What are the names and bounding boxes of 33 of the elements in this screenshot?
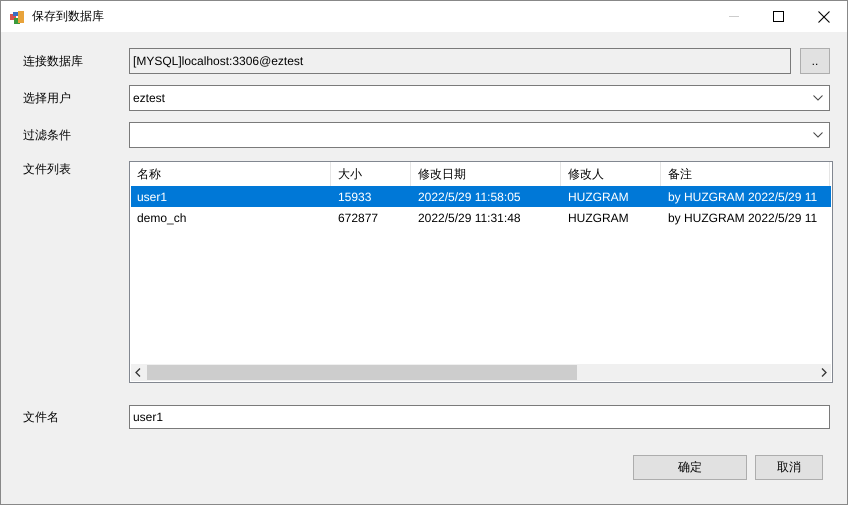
scroll-left-icon[interactable]: [135, 368, 141, 377]
table-cell-text: by HUZGRAM 2022/5/29 11: [667, 210, 818, 226]
dropdown-field[interactable]: [129, 122, 830, 148]
connection-field: [MYSQL]localhost:3306@eztest: [129, 48, 791, 74]
maximize-icon[interactable]: [773, 11, 784, 22]
table-cell-text: demo_ch: [136, 210, 188, 226]
field-label: 文件列表: [23, 161, 72, 178]
file-row[interactable]: user1 15933 2022/5/29 11:58:05 HUZGRAM by HUZGRAM 2022/5/29 11: [131, 186, 831, 207]
scrollbar-thumb[interactable]: [147, 365, 577, 380]
app-icon: [9, 8, 25, 24]
cancel-button[interactable]: 取消: [755, 455, 823, 480]
field-label: 选择用户: [23, 90, 72, 106]
table-cell-text: 2022/5/29 11:58:05: [417, 188, 522, 206]
ok-button[interactable]: 确定: [633, 455, 747, 480]
table-cell-text: 672877: [337, 210, 380, 226]
table-cell-text: HUZGRAM: [567, 210, 630, 226]
file-row[interactable]: demo_ch 672877 2022/5/29 11:31:48 HUZGRAM by HUZGRAM 2022/5/29 11: [131, 207, 831, 228]
table-cell-text: HUZGRAM: [567, 188, 630, 206]
filename-field[interactable]: user1: [129, 405, 830, 429]
chevron-down-icon: [813, 95, 823, 101]
field-label: 文件名: [23, 408, 60, 426]
field-label: 连接数据库: [23, 52, 84, 70]
dropdown-field[interactable]: eztest: [129, 85, 830, 111]
browse-button[interactable]: ..: [800, 48, 830, 74]
table-cell-text: by HUZGRAM 2022/5/29 11: [667, 188, 818, 206]
scroll-right-icon[interactable]: [821, 368, 827, 377]
table-cell-text: user1: [136, 188, 168, 206]
close-icon[interactable]: [818, 10, 830, 22]
chevron-down-icon: [813, 132, 823, 138]
table-cell-text: 2022/5/29 11:31:48: [417, 210, 522, 226]
window-title: 保存到数据库: [32, 8, 104, 25]
field-label: 过滤条件: [23, 126, 72, 144]
table-cell-text: 15933: [337, 188, 372, 206]
